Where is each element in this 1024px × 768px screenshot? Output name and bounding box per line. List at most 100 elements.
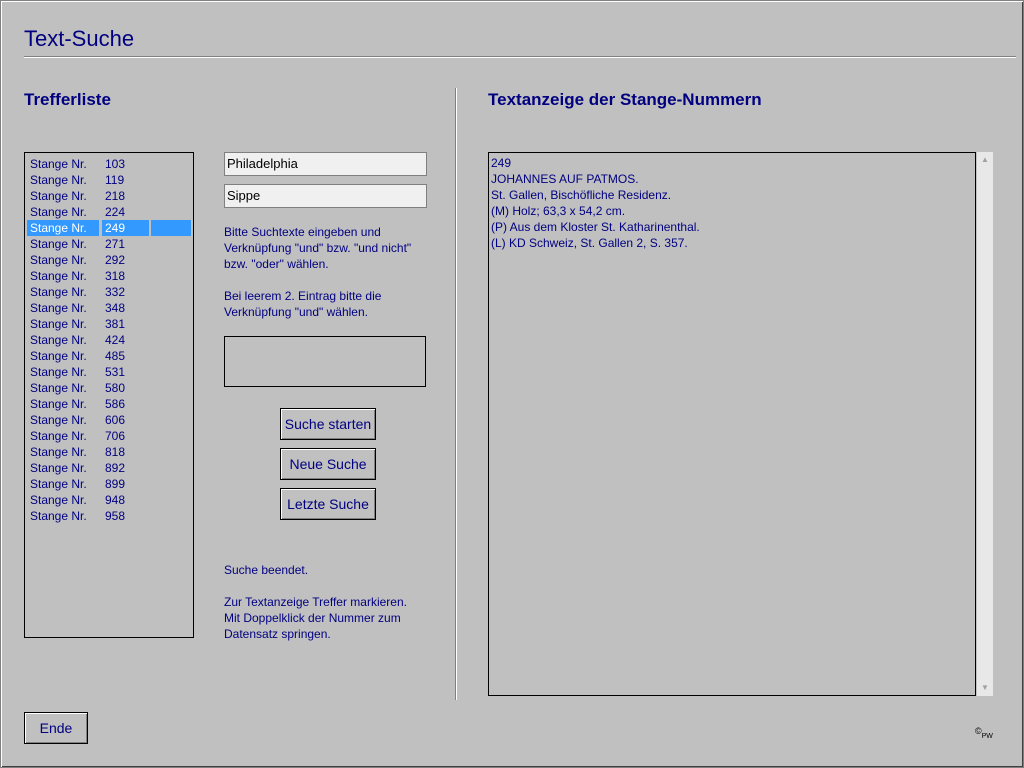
hit-list-item[interactable]: Stange Nr. 424 [25, 332, 193, 348]
start-search-button[interactable]: Suche starten [280, 408, 376, 440]
hit-list-item[interactable]: Stange Nr. 948 [25, 492, 193, 508]
hit-label: Stange Nr. [30, 301, 87, 315]
hit-list-item[interactable]: Stange Nr. 606 [25, 412, 193, 428]
hit-label: Stange Nr. [30, 509, 87, 523]
hit-label: Stange Nr. [30, 477, 87, 491]
copyright-symbol: © [975, 726, 982, 736]
hit-list-item[interactable]: Stange Nr. 586 [25, 396, 193, 412]
hit-label: Stange Nr. [30, 349, 87, 363]
hit-label: Stange Nr. [30, 445, 87, 459]
hit-number: 706 [105, 429, 126, 443]
hit-label: Stange Nr. [30, 157, 87, 171]
hit-number: 606 [105, 413, 126, 427]
scroll-up-arrow-icon[interactable]: ▲ [977, 152, 993, 168]
hit-number: 899 [105, 477, 126, 491]
hit-label: Stange Nr. [30, 397, 87, 411]
hit-list-item[interactable]: Stange Nr. 348 [25, 300, 193, 316]
hit-list-item[interactable]: Stange Nr. 318 [25, 268, 193, 284]
hit-number: 485 [105, 349, 126, 363]
hit-label: Stange Nr. [30, 381, 87, 395]
text-display-line: 249 [491, 156, 512, 170]
hit-label: Stange Nr. [30, 237, 87, 251]
search-text-1-input[interactable]: Philadelphia [224, 152, 427, 176]
text-display-line: JOHANNES AUF PATMOS. [491, 172, 639, 186]
hit-label: Stange Nr. [30, 253, 87, 267]
hit-number: 424 [105, 333, 126, 347]
hit-list-item[interactable]: Stange Nr. 224 [25, 204, 193, 220]
copyright-initials: PW [981, 733, 993, 740]
hit-number: 271 [105, 237, 126, 251]
window-title: Text-Suche [24, 26, 135, 51]
hit-number: 892 [105, 461, 126, 475]
panel-divider [455, 88, 457, 700]
search-instructions: Bitte Suchtexte eingeben und Verknüpfung… [224, 225, 412, 271]
text-display-line: (M) Holz; 63,3 x 54,2 cm. [491, 204, 626, 218]
copyright-mark: ©PW [975, 726, 993, 740]
text-display-line: St. Gallen, Bischöfliche Residenz. [491, 188, 672, 202]
hit-number: 318 [105, 269, 126, 283]
hit-list-item[interactable]: Stange Nr. 818 [25, 444, 193, 460]
hit-number: 586 [105, 397, 126, 411]
hit-number: 249 [102, 220, 149, 236]
hit-number: 218 [105, 189, 126, 203]
text-display-heading: Textanzeige der Stange-Nummern [488, 90, 762, 109]
text-display-line: (L) KD Schweiz, St. Gallen 2, S. 357. [491, 236, 688, 250]
hit-label: Stange Nr. [30, 189, 87, 203]
search-status: Suche beendet. [224, 563, 309, 577]
hit-selection-extra [151, 220, 191, 236]
text-display-scrollbar[interactable]: ▲ ▼ [977, 152, 993, 696]
hit-list-item[interactable]: Stange Nr. 892 [25, 460, 193, 476]
hit-label: Stange Nr. [30, 365, 87, 379]
hit-number: 348 [105, 301, 126, 315]
empty-entry-instructions: Bei leerem 2. Eintrag bitte die Verknüpf… [224, 289, 382, 319]
hit-number: 818 [105, 445, 126, 459]
hit-number: 224 [105, 205, 126, 219]
hit-list-item[interactable]: Stange Nr. 271 [25, 236, 193, 252]
hit-label: Stange Nr. [30, 269, 87, 283]
hit-number: 948 [105, 493, 126, 507]
search-text-2-input[interactable]: Sippe [224, 184, 427, 208]
link-operator-box[interactable] [224, 336, 426, 387]
hit-label: Stange Nr. [30, 317, 87, 331]
hit-list-item[interactable]: Stange Nr. 218 [25, 188, 193, 204]
hit-label: Stange Nr. [27, 220, 99, 236]
hit-selection-hint: Zur Textanzeige Treffer markieren. Mit D… [224, 595, 407, 641]
scroll-down-arrow-icon[interactable]: ▼ [977, 680, 993, 696]
text-display[interactable]: 249 JOHANNES AUF PATMOS. St. Gallen, Bisch… [488, 152, 976, 696]
hit-list-item[interactable]: Stange Nr. 958 [25, 508, 193, 524]
hit-number: 103 [105, 157, 126, 171]
hit-label: Stange Nr. [30, 429, 87, 443]
title-divider [24, 56, 1016, 58]
hit-label: Stange Nr. [30, 333, 87, 347]
hit-list-item[interactable]: Stange Nr. 531 [25, 364, 193, 380]
hit-list-item[interactable]: Stange Nr. 332 [25, 284, 193, 300]
hit-label: Stange Nr. [30, 413, 87, 427]
hit-list-item[interactable]: Stange Nr. 381 [25, 316, 193, 332]
hit-label: Stange Nr. [30, 461, 87, 475]
hit-label: Stange Nr. [30, 285, 87, 299]
hit-list-heading: Trefferliste [24, 90, 111, 109]
hit-list[interactable]: Stange Nr. 103 Stange Nr. 119 Stange Nr. 218 S… [24, 152, 194, 638]
hit-list-item[interactable]: Stange Nr. 119 [25, 172, 193, 188]
end-button[interactable]: Ende [24, 712, 88, 744]
hit-number: 958 [105, 509, 126, 523]
hit-number: 381 [105, 317, 126, 331]
hit-label: Stange Nr. [30, 205, 87, 219]
hit-list-item[interactable]: Stange Nr. 706 [25, 428, 193, 444]
new-search-button[interactable]: Neue Suche [280, 448, 376, 480]
hit-list-item[interactable]: Stange Nr. 899 [25, 476, 193, 492]
hit-number: 119 [105, 173, 125, 187]
hit-list-item[interactable]: Stange Nr. 485 [25, 348, 193, 364]
last-search-button[interactable]: Letzte Suche [280, 488, 376, 520]
hit-list-item[interactable]: Stange Nr. 292 [25, 252, 193, 268]
hit-number: 292 [105, 253, 126, 267]
hit-number: 531 [105, 365, 126, 379]
hit-label: Stange Nr. [30, 493, 87, 507]
hit-list-item[interactable]: Stange Nr. 103 [25, 156, 193, 172]
hit-list-item[interactable]: Stange Nr. 580 [25, 380, 193, 396]
hit-number: 332 [105, 285, 126, 299]
hit-number: 580 [105, 381, 126, 395]
text-display-line: (P) Aus dem Kloster St. Katharinenthal. [491, 220, 700, 234]
hit-label: Stange Nr. [30, 173, 87, 187]
hit-list-item[interactable]: Stange Nr. 249 [25, 220, 193, 236]
